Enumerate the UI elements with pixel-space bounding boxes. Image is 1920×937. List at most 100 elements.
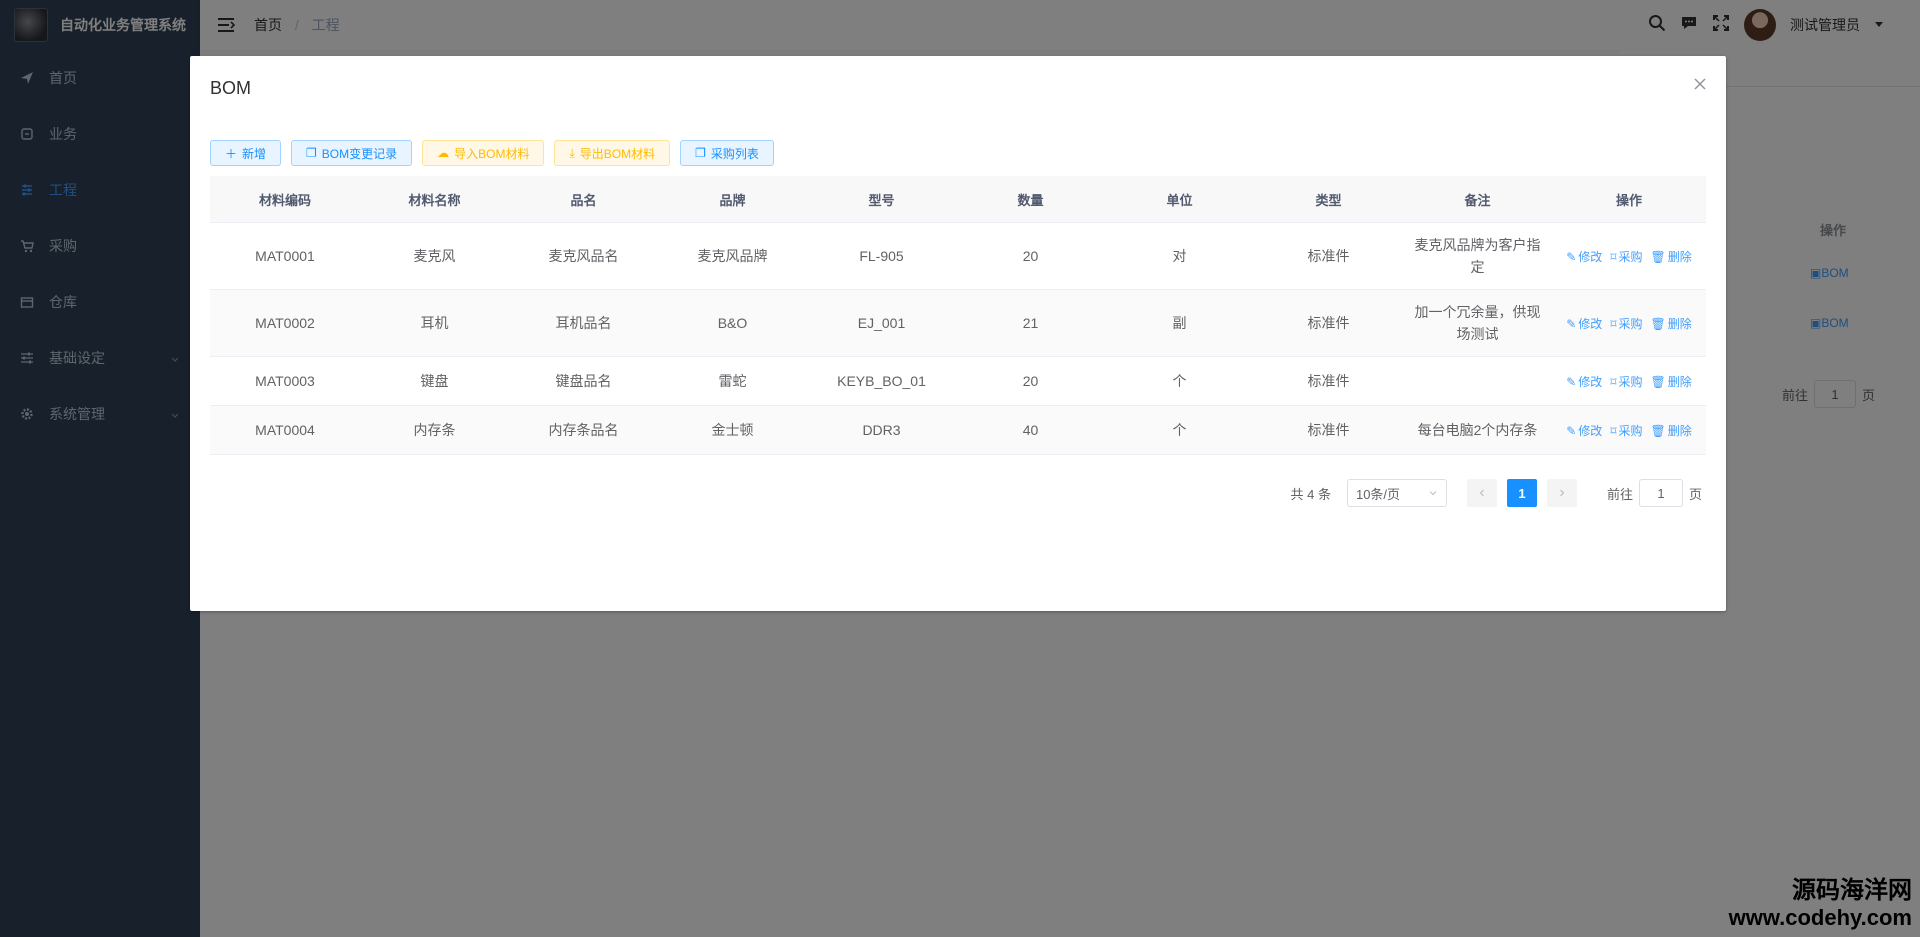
column-header: 品名 — [509, 176, 658, 223]
cell-type: 标准件 — [1254, 222, 1403, 290]
cell-type: 标准件 — [1254, 356, 1403, 406]
import-bom-button[interactable]: ☁ 导入BOM材料 — [422, 140, 545, 166]
cell-product: 耳机品名 — [509, 289, 658, 357]
page-suffix: 页 — [1688, 486, 1702, 502]
cell-actions: ✎ 修改 ⌑ 采购 🗑 删除 — [1552, 222, 1706, 290]
table-row: MAT0002 耳机 耳机品名 B&O EJ_001 21 副 标准件 加一个冗… — [210, 289, 1706, 357]
cell-brand: B&O — [658, 289, 807, 357]
purchase-list-button[interactable]: ❐ 采购列表 — [680, 140, 774, 166]
cell-model: FL-905 — [807, 222, 956, 290]
page-size-value: 10条/页 — [1355, 486, 1401, 502]
column-header: 备注 — [1403, 176, 1552, 223]
column-header: 材料编码 — [210, 176, 360, 223]
cell-brand: 金士顿 — [658, 405, 807, 455]
purchase-button[interactable]: ⌑ 采购 — [1610, 246, 1642, 268]
export-bom-button[interactable]: ⤓ 导出BOM材料 — [554, 140, 671, 166]
column-header: 材料名称 — [360, 176, 509, 223]
cell-type: 标准件 — [1254, 405, 1403, 455]
cell-model: DDR3 — [807, 405, 956, 455]
cell-actions: ✎ 修改 ⌑ 采购 🗑 删除 — [1552, 289, 1706, 357]
cell-name: 麦克风 — [360, 222, 509, 290]
cell-unit: 副 — [1105, 289, 1254, 357]
cell-qty: 21 — [956, 289, 1105, 357]
cell-brand: 雷蛇 — [658, 356, 807, 406]
trash-icon: 🗑 — [1650, 423, 1666, 438]
goto-page-input[interactable]: 1 — [1638, 479, 1683, 507]
purchase-button[interactable]: ⌑ 采购 — [1610, 420, 1642, 442]
cell-code: MAT0004 — [210, 405, 360, 455]
pagination: 共 4 条 10条/页 1 前往 1 页 — [1290, 479, 1702, 507]
bom-dialog: BOM ＋ 新增 ❐ BOM变更记录 ☁ 导入BOM材料 ⤓ 导出BOM材料 ❐… — [190, 56, 1726, 611]
delete-button[interactable]: 🗑 删除 — [1651, 420, 1692, 442]
cell-model: KEYB_BO_01 — [807, 356, 956, 406]
watermark-name: 源码海洋网 — [1792, 877, 1912, 904]
column-header: 单位 — [1105, 176, 1254, 223]
chevron-right-icon — [1560, 489, 1565, 497]
table-header-row: 材料编码 材料名称 品名 品牌 型号 数量 单位 类型 备注 操作 — [210, 176, 1706, 223]
bom-change-log-button[interactable]: ❐ BOM变更记录 — [291, 140, 413, 166]
edit-button[interactable]: ✎ 修改 — [1566, 313, 1602, 335]
purchase-button[interactable]: ⌑ 采购 — [1610, 371, 1642, 393]
dialog-toolbar: ＋ 新增 ❐ BOM变更记录 ☁ 导入BOM材料 ⤓ 导出BOM材料 ❐ 采购列… — [210, 140, 774, 166]
cell-brand: 麦克风品牌 — [658, 222, 807, 290]
delete-button[interactable]: 🗑 删除 — [1651, 246, 1692, 268]
cell-code: MAT0002 — [210, 289, 360, 357]
purchase-button[interactable]: ⌑ 采购 — [1610, 313, 1642, 335]
cell-model: EJ_001 — [807, 289, 956, 357]
watermark: 源码海洋网 www.codehy.com — [1729, 877, 1912, 931]
cell-name: 耳机 — [360, 289, 509, 357]
pagination-total: 共 4 条 — [1290, 486, 1331, 502]
chevron-down-icon — [1428, 486, 1438, 501]
cell-qty: 20 — [956, 222, 1105, 290]
tag-icon: ⌑ — [1610, 423, 1617, 438]
tag-icon: ⌑ — [1610, 316, 1617, 331]
edit-button[interactable]: ✎ 修改 — [1566, 246, 1602, 268]
cell-note: 麦克风品牌为客户指定 — [1403, 222, 1552, 290]
cell-note: 加一个冗余量，供现场测试 — [1403, 289, 1552, 357]
delete-button[interactable]: 🗑 删除 — [1651, 313, 1692, 335]
cell-qty: 40 — [956, 405, 1105, 455]
table-row: MAT0001 麦克风 麦克风品名 麦克风品牌 FL-905 20 对 标准件 … — [210, 222, 1706, 290]
page-size-select[interactable]: 10条/页 — [1346, 479, 1447, 507]
edit-icon: ✎ — [1566, 249, 1577, 264]
table-row: MAT0004 内存条 内存条品名 金士顿 DDR3 40 个 标准件 每台电脑… — [210, 405, 1706, 455]
dialog-title: BOM — [210, 78, 252, 98]
column-header: 数量 — [956, 176, 1105, 223]
table-row: MAT0003 键盘 键盘品名 雷蛇 KEYB_BO_01 20 个 标准件 ✎… — [210, 356, 1706, 406]
edit-button[interactable]: ✎ 修改 — [1566, 420, 1602, 442]
cell-unit: 对 — [1105, 222, 1254, 290]
column-header: 类型 — [1254, 176, 1403, 223]
edit-icon: ✎ — [1566, 316, 1577, 331]
bom-table: 材料编码 材料名称 品名 品牌 型号 数量 单位 类型 备注 操作 MAT000… — [210, 176, 1706, 455]
delete-button[interactable]: 🗑 删除 — [1651, 371, 1692, 393]
cell-unit: 个 — [1105, 356, 1254, 406]
cell-product: 内存条品名 — [509, 405, 658, 455]
prev-page-button[interactable] — [1466, 479, 1497, 507]
plus-icon: ＋ — [225, 146, 238, 161]
edit-button[interactable]: ✎ 修改 — [1566, 371, 1602, 393]
cell-name: 键盘 — [360, 356, 509, 406]
cell-unit: 个 — [1105, 405, 1254, 455]
tag-icon: ⌑ — [1610, 374, 1617, 389]
copy-icon: ❐ — [306, 146, 317, 160]
cell-type: 标准件 — [1254, 289, 1403, 357]
add-button[interactable]: ＋ 新增 — [210, 140, 282, 166]
pagination-goto: 前往 1 页 — [1607, 479, 1702, 507]
next-page-button[interactable] — [1546, 479, 1577, 507]
tag-icon: ⌑ — [1610, 249, 1617, 264]
cell-product: 麦克风品名 — [509, 222, 658, 290]
column-header: 型号 — [807, 176, 956, 223]
cell-code: MAT0003 — [210, 356, 360, 406]
column-header: 品牌 — [658, 176, 807, 223]
edit-icon: ✎ — [1566, 374, 1577, 389]
page-number-button[interactable]: 1 — [1506, 479, 1537, 507]
close-icon[interactable] — [1692, 76, 1708, 92]
chevron-left-icon — [1479, 489, 1484, 497]
trash-icon: 🗑 — [1650, 249, 1666, 264]
cell-actions: ✎ 修改 ⌑ 采购 🗑 删除 — [1552, 405, 1706, 455]
cell-actions: ✎ 修改 ⌑ 采购 🗑 删除 — [1552, 356, 1706, 406]
cell-note — [1403, 356, 1552, 406]
cell-code: MAT0001 — [210, 222, 360, 290]
copy-icon: ❐ — [695, 146, 706, 160]
trash-icon: 🗑 — [1650, 316, 1666, 331]
